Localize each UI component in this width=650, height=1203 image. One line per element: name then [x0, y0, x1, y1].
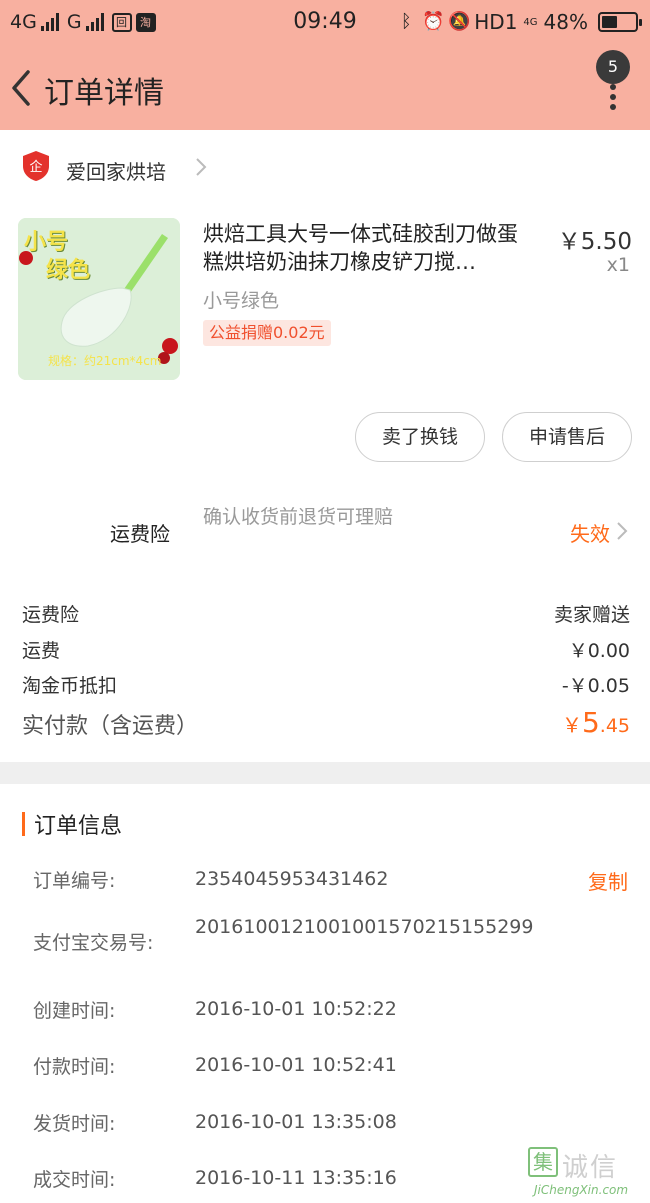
status-right: ᛒ ⏰ 🔕 HD1 4G 48% [396, 8, 642, 36]
info-value: 2016100121001001570215155299 [195, 916, 534, 938]
total-row: 实付款（含运费） ￥5.45 [22, 706, 630, 746]
watermark-mark: 集 [528, 1147, 558, 1177]
battery-percent: 48% [543, 10, 588, 34]
freight-insurance-row[interactable]: 运费险 确认收货前退货可理赔 失效 [0, 496, 650, 568]
battery-level [602, 16, 617, 28]
cost-label: 运费险 [22, 604, 80, 626]
page-title: 订单详情 [44, 76, 164, 111]
insurance-description: 确认收货前退货可理赔 [203, 506, 394, 528]
status-bar: 4G G 回 淘 09:49 ᛒ ⏰ 🔕 HD1 4G 48% [0, 0, 650, 44]
back-arrow-icon[interactable] [8, 68, 36, 108]
product-thumbnail[interactable]: 小号 绿色 规格：约21cm*4cm [18, 218, 180, 380]
after-sale-button[interactable]: 申请售后 [502, 412, 632, 462]
charity-badge: 公益捐赠0.02元 [203, 320, 331, 346]
thumb-text-color: 绿色 [46, 258, 91, 283]
insurance-status[interactable]: 失效 [570, 518, 610, 547]
total-label: 实付款（含运费） [22, 714, 199, 739]
info-key: 订单编号: [33, 870, 116, 892]
cost-value: 卖家赠送 [553, 604, 630, 626]
thumb-caption: 规格：约21cm*4cm [48, 354, 162, 368]
product-sku: 小号绿色 [203, 290, 280, 312]
cost-row-shipping: 运费 ￥0.00 [22, 636, 630, 666]
info-key: 创建时间: [33, 1000, 116, 1022]
more-menu-button[interactable]: 5 [596, 50, 632, 114]
bluetooth-icon: ᛒ [400, 11, 412, 32]
section-divider [0, 762, 650, 784]
total-amount: ￥5.45 [562, 706, 630, 739]
info-value: 2016-10-01 10:52:22 [195, 998, 397, 1020]
cost-row-coins: 淘金币抵扣 -￥0.05 [22, 671, 630, 701]
info-value: 2016-10-01 13:35:08 [195, 1111, 397, 1133]
chevron-right-icon [617, 522, 628, 540]
cost-label: 运费 [22, 640, 61, 662]
chevron-right-icon [196, 158, 207, 176]
more-vertical-icon[interactable] [609, 84, 617, 114]
insurance-label: 运费险 [110, 522, 170, 546]
order-info-title: 订单信息 [34, 814, 123, 839]
alarm-icon: ⏰ [422, 11, 445, 32]
cost-value: -￥0.05 [561, 675, 630, 697]
product-title[interactable]: 烘焙工具大号一体式硅胶刮刀做蛋糕烘培奶油抹刀橡皮铲刀搅… [203, 220, 538, 276]
product-quantity: x1 [606, 254, 630, 276]
info-key: 发货时间: [33, 1113, 116, 1135]
total-decimal: .45 [599, 715, 630, 737]
product-price: ￥5.50 [557, 229, 632, 255]
info-value: 2016-10-11 13:35:16 [195, 1167, 397, 1189]
copy-button[interactable]: 复制 [588, 866, 628, 895]
info-key: 付款时间: [33, 1056, 116, 1078]
total-currency: ￥ [561, 713, 582, 737]
cost-value: ￥0.00 [568, 640, 630, 662]
product-item[interactable]: 小号 绿色 规格：约21cm*4cm 烘焙工具大号一体式硅胶刮刀做蛋糕烘培奶油抹… [0, 204, 650, 394]
total-integer: 5 [581, 706, 600, 739]
message-count-badge[interactable]: 5 [596, 50, 630, 84]
info-value: 2354045953431462 [195, 868, 389, 890]
watermark-url: JiChengXin.com [534, 1183, 629, 1197]
info-value: 2016-10-01 10:52:41 [195, 1054, 397, 1076]
store-row[interactable]: 企 爱回家烘培 [0, 130, 650, 204]
enterprise-shop-icon: 企 [23, 151, 49, 181]
battery-icon [598, 12, 642, 32]
cost-label: 淘金币抵扣 [22, 675, 118, 697]
svg-text:企: 企 [29, 159, 42, 175]
store-name[interactable]: 爱回家烘培 [66, 156, 166, 185]
site-watermark: 集 诚信 JiChengXin.com [528, 1147, 648, 1199]
watermark-text: 诚信 [562, 1153, 619, 1183]
lte-label: 4G [523, 16, 538, 28]
nav-bar: 订单详情 5 [0, 44, 650, 130]
info-key: 成交时间: [33, 1169, 116, 1191]
info-key: 支付宝交易号: [33, 932, 154, 954]
mute-icon: 🔕 [448, 11, 471, 32]
section-accent-bar [22, 812, 25, 836]
sell-for-cash-button[interactable]: 卖了换钱 [355, 412, 485, 462]
hd-label: HD1 [474, 10, 518, 34]
cost-row-insurance: 运费险 卖家赠送 [22, 600, 630, 630]
